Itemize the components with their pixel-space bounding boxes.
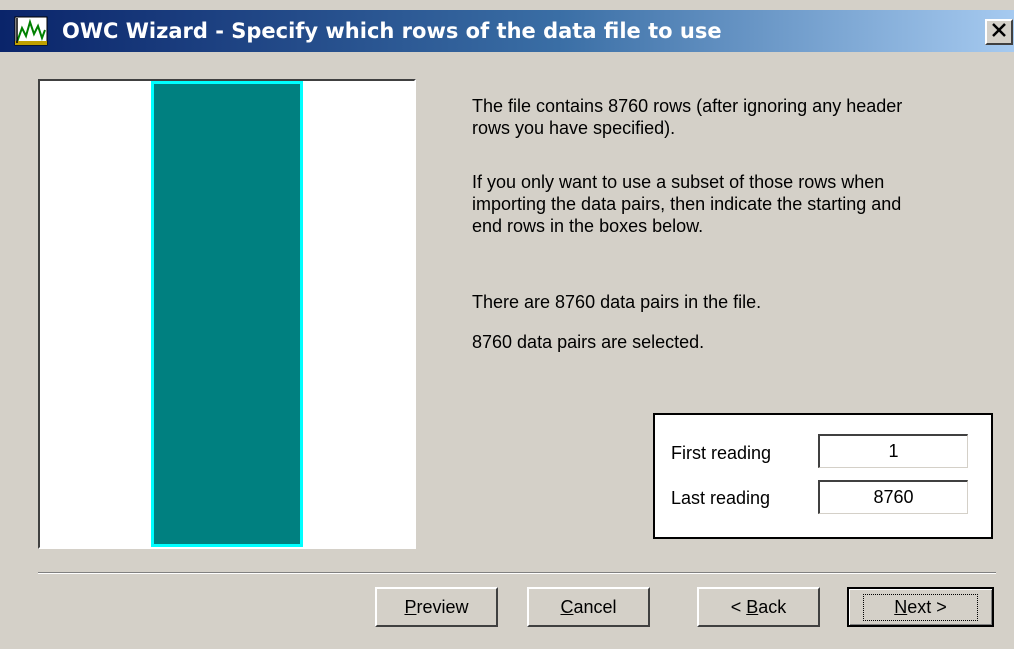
last-reading-input[interactable] [818, 480, 968, 514]
window-title: OWC Wizard - Specify which rows of the d… [62, 19, 722, 43]
next-button[interactable]: Next > [847, 587, 994, 627]
file-rows-info: The file contains 8760 rows (after ignor… [472, 96, 903, 138]
reading-range-box: First reading Last reading [653, 413, 993, 539]
last-reading-label: Last reading [671, 488, 771, 508]
next-label: Next > [863, 593, 978, 621]
close-icon [991, 22, 1007, 42]
close-button[interactable] [985, 19, 1013, 45]
title-bar[interactable]: OWC Wizard - Specify which rows of the d… [0, 10, 1014, 52]
selected-pairs-count: 8760 data pairs are selected. [472, 332, 705, 352]
subset-instructions: If you only want to use a subset of thos… [472, 172, 902, 236]
back-button[interactable]: < Back [697, 587, 820, 627]
first-reading-input[interactable] [818, 434, 968, 468]
data-pairs-count: There are 8760 data pairs in the file. [472, 292, 762, 312]
button-separator [38, 572, 996, 574]
first-reading-label: First reading [671, 443, 772, 463]
rows-preview-panel [38, 79, 416, 549]
chart-icon [14, 16, 48, 46]
cancel-button[interactable]: Cancel [527, 587, 650, 627]
cancel-label: Cancel [560, 596, 617, 617]
back-label: < Back [730, 596, 787, 617]
wizard-window: OWC Wizard - Specify which rows of the d… [0, 0, 1014, 649]
selected-rows-bar [151, 81, 303, 547]
preview-label: Preview [404, 596, 469, 617]
preview-button[interactable]: Preview [375, 587, 498, 627]
